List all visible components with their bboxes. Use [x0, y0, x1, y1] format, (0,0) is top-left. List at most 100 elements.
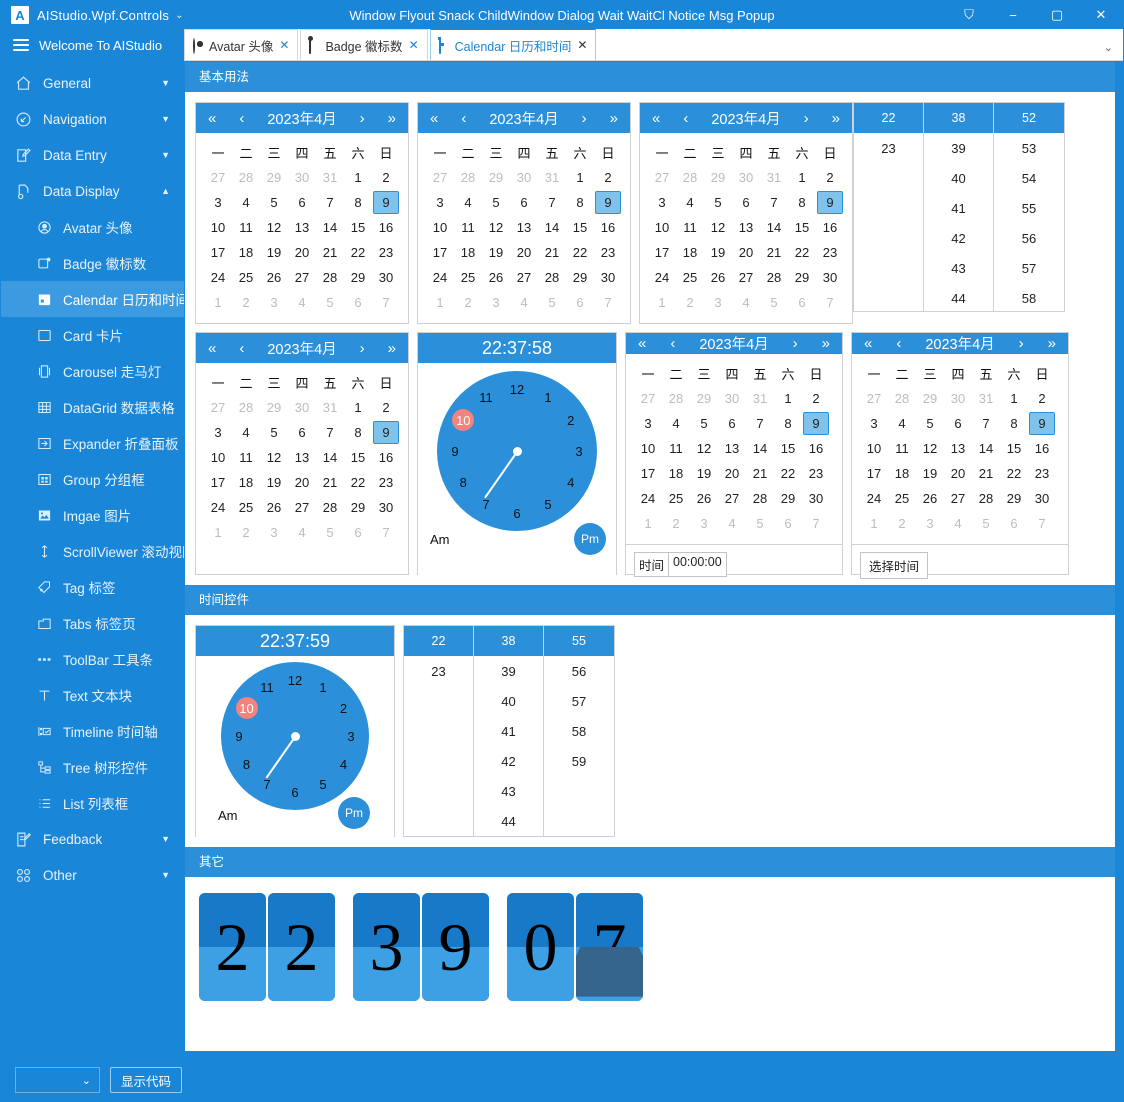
calendar-day[interactable]: 14: [316, 445, 344, 470]
calendar-day[interactable]: 30: [732, 165, 760, 190]
calendar-day[interactable]: 10: [426, 215, 454, 240]
calendar-day[interactable]: 5: [916, 411, 944, 436]
sidebar-group-general[interactable]: General ▼: [1, 65, 184, 101]
prev-year-icon[interactable]: «: [652, 111, 660, 126]
calendar-day[interactable]: 1: [426, 290, 454, 315]
calendar-day[interactable]: 26: [482, 265, 510, 290]
tab-calendar[interactable]: Calendar 日历和时间 ✕: [429, 29, 597, 60]
calendar-day[interactable]: 29: [482, 165, 510, 190]
calendar-day[interactable]: 8: [344, 190, 372, 215]
calendar-day[interactable]: 4: [732, 290, 760, 315]
time-list-item[interactable]: 39: [474, 656, 543, 686]
calendar-day[interactable]: 23: [1028, 461, 1056, 486]
calendar-day[interactable]: 12: [916, 436, 944, 461]
calendar-day[interactable]: 30: [718, 386, 746, 411]
time-list-item[interactable]: 57: [994, 253, 1064, 283]
calendar-day[interactable]: 4: [454, 190, 482, 215]
clock-hour[interactable]: 3: [340, 725, 362, 747]
time-list-item[interactable]: 39: [924, 133, 993, 163]
show-code-button[interactable]: 显示代码: [110, 1067, 183, 1093]
calendar-day[interactable]: 11: [232, 445, 260, 470]
time-list-item[interactable]: 40: [924, 163, 993, 193]
clock-hour[interactable]: 9: [228, 725, 250, 747]
calendar-day[interactable]: 4: [288, 520, 316, 545]
calendar-day[interactable]: 14: [746, 436, 774, 461]
clock-dial[interactable]: 12 1 2 3 4 5 6 7 8 9 10 11: [221, 662, 369, 810]
time-list-item[interactable]: 55: [994, 193, 1064, 223]
calendar-month-title[interactable]: 2023年4月: [267, 108, 336, 129]
time-list-item[interactable]: 56: [994, 223, 1064, 253]
calendar-day[interactable]: 30: [288, 395, 316, 420]
calendar-day[interactable]: 29: [1000, 486, 1028, 511]
calendar-day[interactable]: 15: [344, 445, 372, 470]
calendar-day[interactable]: 31: [760, 165, 788, 190]
calendar-day[interactable]: 26: [916, 486, 944, 511]
sidebar-group-other[interactable]: Other ▼: [1, 857, 184, 893]
sidebar-group-feedback[interactable]: Feedback ▼: [1, 821, 184, 857]
calendar-day[interactable]: 15: [566, 215, 594, 240]
time-list-item[interactable]: 41: [474, 716, 543, 746]
calendar-day[interactable]: 15: [788, 215, 816, 240]
calendar-day[interactable]: 18: [676, 240, 704, 265]
calendar-day[interactable]: 5: [746, 511, 774, 536]
calendar-day[interactable]: 29: [344, 495, 372, 520]
calendar-day[interactable]: 5: [260, 420, 288, 445]
calendar-day[interactable]: 17: [204, 240, 232, 265]
calendar-day[interactable]: 21: [316, 470, 344, 495]
calendar-day[interactable]: 6: [732, 190, 760, 215]
calendar-day[interactable]: 6: [344, 290, 372, 315]
calendar-day[interactable]: 31: [972, 386, 1000, 411]
calendar-day[interactable]: 25: [454, 265, 482, 290]
select-time-button[interactable]: 选择时间: [860, 552, 929, 579]
next-year-icon[interactable]: »: [832, 111, 840, 126]
calendar-day[interactable]: 30: [802, 486, 830, 511]
clock-hour[interactable]: 2: [333, 697, 355, 719]
calendar-day[interactable]: 28: [316, 265, 344, 290]
calendar-day[interactable]: 29: [344, 265, 372, 290]
calendar-day[interactable]: 12: [260, 215, 288, 240]
calendar-day[interactable]: 13: [288, 445, 316, 470]
calendar-day[interactable]: 6: [718, 411, 746, 436]
calendar-day[interactable]: 28: [888, 386, 916, 411]
calendar-day[interactable]: 30: [594, 265, 622, 290]
calendar-day[interactable]: 24: [648, 265, 676, 290]
calendar-day[interactable]: 25: [232, 265, 260, 290]
close-icon[interactable]: ✕: [409, 38, 419, 52]
calendar-day[interactable]: 4: [510, 290, 538, 315]
tab-avatar[interactable]: Avatar 头像 ✕: [184, 29, 299, 60]
time-list-item[interactable]: 23: [404, 656, 473, 686]
calendar-day[interactable]: 27: [648, 165, 676, 190]
calendar-day[interactable]: 27: [718, 486, 746, 511]
calendar-day[interactable]: 11: [662, 436, 690, 461]
prev-month-icon[interactable]: ‹: [239, 111, 244, 126]
calendar-day[interactable]: 19: [704, 240, 732, 265]
calendar-day[interactable]: 29: [704, 165, 732, 190]
calendar-day[interactable]: 14: [760, 215, 788, 240]
am-label[interactable]: Am: [218, 808, 238, 823]
sidebar-item-datagrid[interactable]: DataGrid 数据表格: [1, 389, 184, 425]
calendar-day[interactable]: 21: [538, 240, 566, 265]
calendar-day[interactable]: 12: [690, 436, 718, 461]
calendar-day[interactable]: 21: [760, 240, 788, 265]
clock-hour[interactable]: 8: [236, 753, 258, 775]
calendar-day[interactable]: 7: [802, 511, 830, 536]
calendar-day[interactable]: 11: [454, 215, 482, 240]
calendar-day[interactable]: 27: [634, 386, 662, 411]
clock-hour[interactable]: 5: [312, 774, 334, 796]
calendar-day[interactable]: 3: [260, 290, 288, 315]
sidebar-item-toolbar[interactable]: ToolBar 工具条: [1, 641, 184, 677]
calendar-day[interactable]: 27: [288, 265, 316, 290]
pm-button[interactable]: Pm: [574, 523, 606, 555]
calendar-day[interactable]: 19: [482, 240, 510, 265]
clock-hour[interactable]: 5: [537, 494, 559, 516]
calendar-day[interactable]: 25: [662, 486, 690, 511]
sidebar-group-data-display[interactable]: Data Display ▲: [1, 173, 184, 209]
calendar-day[interactable]: 2: [372, 395, 400, 420]
calendar-day[interactable]: 7: [316, 190, 344, 215]
calendar-day[interactable]: 27: [288, 495, 316, 520]
calendar-day[interactable]: 30: [372, 495, 400, 520]
calendar-month-title[interactable]: 2023年4月: [925, 333, 994, 354]
calendar-day[interactable]: 7: [372, 520, 400, 545]
calendar-day[interactable]: 16: [372, 215, 400, 240]
next-month-icon[interactable]: ›: [804, 111, 809, 126]
